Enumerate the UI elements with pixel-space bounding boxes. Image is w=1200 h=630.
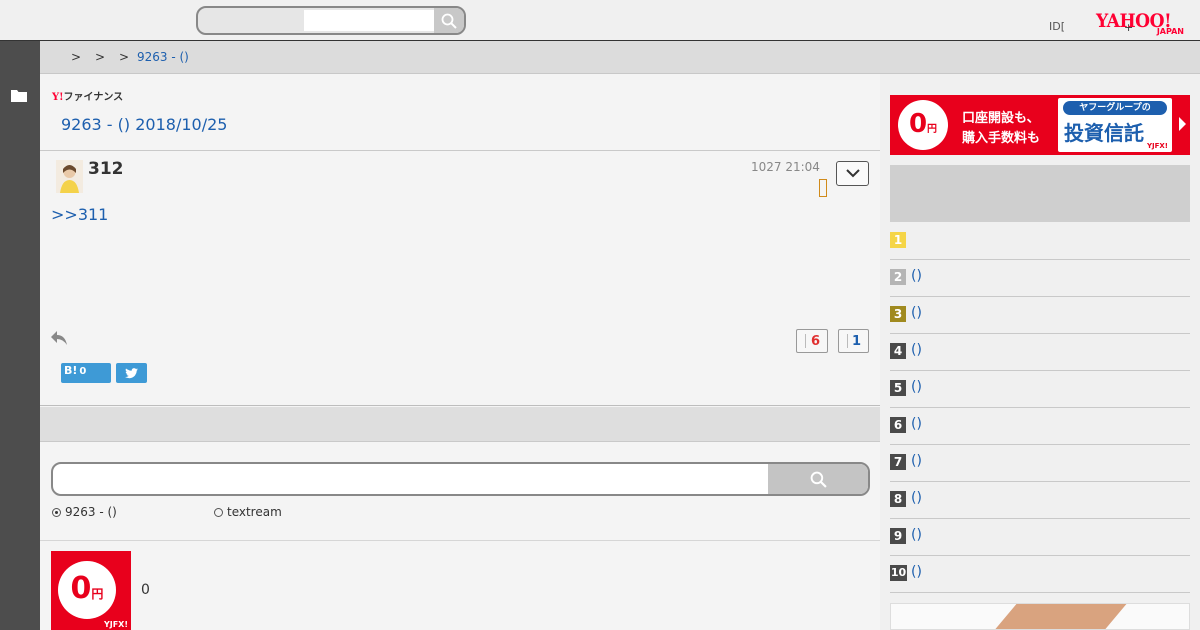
arrow-right-icon <box>1179 117 1186 131</box>
bookmark-icon[interactable] <box>819 179 827 197</box>
finance-logo-y: Y! <box>52 92 64 103</box>
sidebar: 0円 口座開設も、 購入手数料も ヤフーグループの 投資信託 YJFX! 1 2 (… <box>880 74 1200 630</box>
breadcrumb-separator: > <box>71 50 82 64</box>
ad-image-shape <box>986 604 1130 629</box>
ranking-item[interactable]: 3 () <box>890 297 1190 334</box>
banner-yen: 円 <box>927 124 938 135</box>
ranking-item[interactable]: 7 () <box>890 445 1190 482</box>
banner-line-2: 購入手数料も <box>962 131 1041 146</box>
ranking-number: 6 <box>890 417 906 433</box>
ranking-label[interactable]: () <box>911 453 922 469</box>
banner-group: ヤフーグループの <box>1063 101 1167 115</box>
ranking-item[interactable]: 5 () <box>890 371 1190 408</box>
ranking-number: 9 <box>890 528 906 544</box>
breadcrumb-separator: > <box>95 50 106 64</box>
ranking-number: 3 <box>890 306 906 322</box>
ranking-label[interactable]: () <box>911 527 922 543</box>
board-search <box>51 462 870 496</box>
ranking-number: 7 <box>890 454 906 470</box>
folder-icon[interactable] <box>11 89 27 102</box>
divider <box>40 540 880 541</box>
chevron-down-icon <box>845 169 860 178</box>
ad-tile-yen: 円 <box>91 587 104 601</box>
avatar-image <box>56 160 83 193</box>
header-search <box>196 6 466 35</box>
banner-title: 投資信託 <box>1064 121 1144 145</box>
header-search-button[interactable] <box>434 8 464 33</box>
radio-unselected[interactable] <box>214 507 223 517</box>
post-number: 312 <box>88 159 124 179</box>
ranking-label[interactable]: () <box>911 379 922 395</box>
search-scope-textream-label: textream <box>227 505 282 519</box>
hatena-label: B! <box>64 364 78 377</box>
ranking-item[interactable]: 1 <box>890 223 1190 260</box>
sidebar-ad-image[interactable] <box>890 603 1190 630</box>
like-button[interactable]: 1 <box>838 329 869 353</box>
ranking-label[interactable]: () <box>911 342 922 358</box>
left-rail <box>0 41 40 630</box>
search-scope-textream[interactable]: textream <box>214 505 282 519</box>
sidebar-header-block <box>890 165 1190 222</box>
ranking-label[interactable]: () <box>911 416 922 432</box>
top-bar: ID[ + YAHOO! JAPAN <box>0 0 1200 41</box>
ranking-label[interactable]: () <box>911 268 922 284</box>
thread-title[interactable]: 9263 - () 2018/10/25 <box>61 115 227 134</box>
banner-box: ヤフーグループの 投資信託 YJFX! <box>1058 98 1172 152</box>
reply-icon[interactable] <box>50 330 68 346</box>
twitter-share-button[interactable] <box>116 363 147 383</box>
post-time: 1027 21:04 <box>751 160 820 174</box>
breadcrumb: > > > 9263 - () <box>40 41 1200 74</box>
ranking-item[interactable]: 4 () <box>890 334 1190 371</box>
breadcrumb-separator: > <box>119 50 130 64</box>
ad-banner[interactable]: 0円 口座開設も、 購入手数料も ヤフーグループの 投資信託 YJFX! <box>890 95 1190 155</box>
search-icon <box>810 471 827 488</box>
banner-brand: YJFX! <box>1146 142 1168 150</box>
main-content: Y!ファイナンス 9263 - () 2018/10/25 312 1027 2… <box>40 74 880 630</box>
ranking-label[interactable]: () <box>911 490 922 506</box>
search-scope-board[interactable]: 9263 - () <box>52 505 117 519</box>
search-icon <box>441 13 457 29</box>
radio-selected[interactable] <box>52 507 61 517</box>
ranking-number: 1 <box>890 232 906 248</box>
avatar[interactable] <box>56 160 83 193</box>
ranking-number: 2 <box>890 269 906 285</box>
banner-line-1: 口座開設も、 <box>962 111 1040 126</box>
ranking-label[interactable]: () <box>911 564 922 580</box>
finance-logo-text: ファイナンス <box>63 92 124 103</box>
post-menu-button[interactable] <box>836 161 869 186</box>
ranking-item[interactable]: 6 () <box>890 408 1190 445</box>
ranking-number: 5 <box>890 380 906 396</box>
hatena-bookmark-button[interactable]: B! 0 <box>61 363 111 383</box>
banner-zero: 0円 <box>898 100 948 150</box>
post: 312 1027 21:04 >>311 6 1 B! 0 <box>40 150 880 406</box>
reply-anchor-link[interactable]: >>311 <box>51 205 108 224</box>
ranking-item[interactable]: 8 () <box>890 482 1190 519</box>
banner-zero-value: 0 <box>908 109 928 139</box>
breadcrumb-current[interactable]: 9263 - () <box>137 50 189 64</box>
ad-tile-zero-value: 0 <box>70 571 92 606</box>
yahoo-japan-logo[interactable]: YAHOO! JAPAN <box>1096 10 1188 36</box>
logo-sub: JAPAN <box>1156 27 1184 36</box>
board-search-input[interactable] <box>53 464 768 494</box>
ranking-label[interactable]: () <box>911 305 922 321</box>
ranking-item[interactable]: 2 () <box>890 260 1190 297</box>
ad-tile-brand: YJFX! <box>103 620 128 629</box>
header-search-input[interactable] <box>304 10 434 31</box>
ranking-number: 4 <box>890 343 906 359</box>
ad-text[interactable]: 0 <box>141 582 150 598</box>
ad-tile[interactable]: 0円 YJFX! <box>51 551 131 630</box>
ranking-number: 10 <box>890 565 907 581</box>
ranking-number: 8 <box>890 491 906 507</box>
twitter-icon <box>125 367 138 378</box>
section-band <box>40 407 880 442</box>
ranking-item[interactable]: 9 () <box>890 519 1190 556</box>
finance-logo[interactable]: Y!ファイナンス <box>52 88 123 103</box>
ranking-item[interactable]: 10() <box>890 556 1190 593</box>
ad-tile-zero: 0円 <box>58 561 116 619</box>
dislike-button[interactable]: 6 <box>796 329 828 353</box>
board-search-button[interactable] <box>768 464 868 494</box>
hatena-count: 0 <box>79 366 87 377</box>
login-id-link[interactable]: ID[ <box>1049 20 1065 33</box>
search-scope-board-label: 9263 - () <box>65 505 117 519</box>
